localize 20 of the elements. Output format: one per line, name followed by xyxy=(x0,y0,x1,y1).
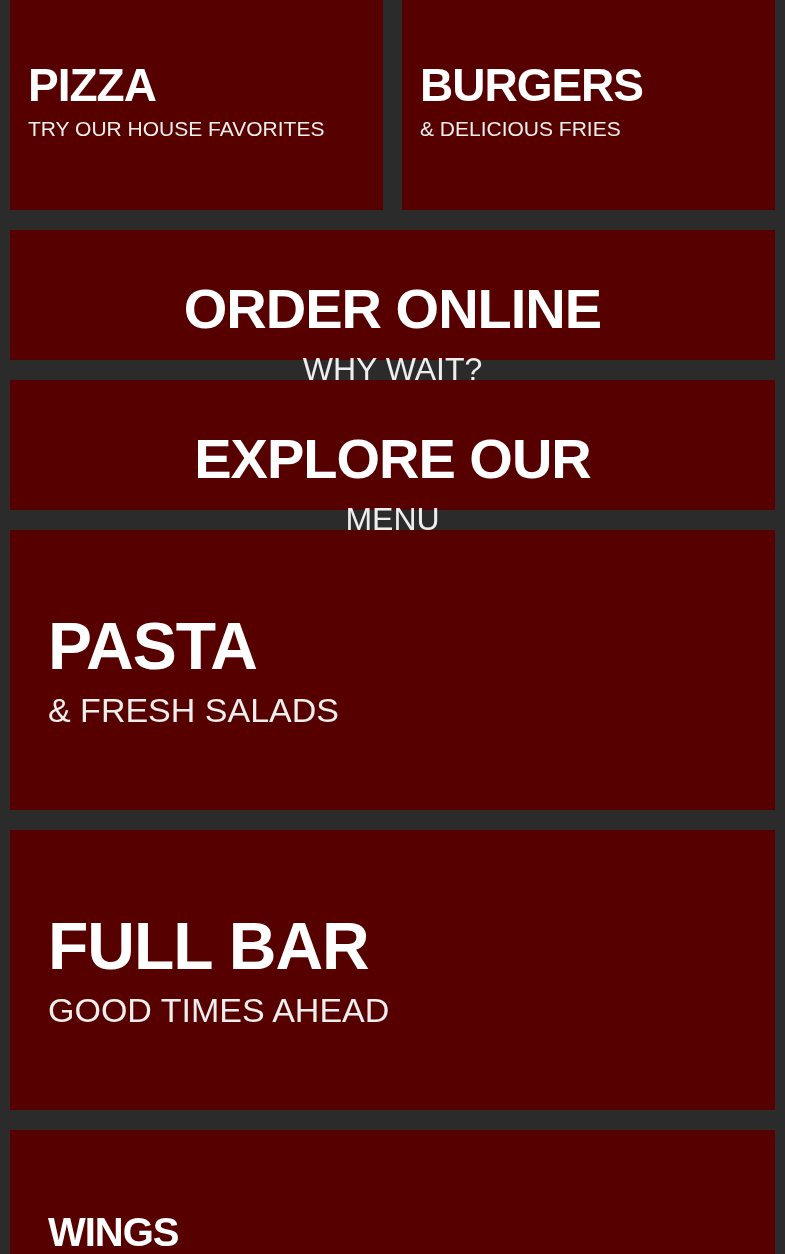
menu-tile[interactable] xyxy=(10,830,775,1110)
tile-title: FULL BAR xyxy=(48,913,370,979)
tile-title: BURGERS xyxy=(420,61,645,108)
tile-subtitle: MENU xyxy=(345,503,440,535)
tile-title: ORDER ONLINE xyxy=(183,281,602,337)
menu-tile[interactable] xyxy=(10,530,775,810)
tile-title: WINGS xyxy=(48,1212,180,1252)
tile-subtitle: GOOD TIMES AHEAD xyxy=(48,993,391,1027)
tile-title: PASTA xyxy=(48,613,258,679)
menu-tile[interactable] xyxy=(10,380,775,510)
tile-subtitle: WHY WAIT? xyxy=(302,353,483,385)
menu-tile[interactable] xyxy=(402,0,775,210)
menu-tile[interactable] xyxy=(10,0,383,210)
tile-subtitle: & FRESH SALADS xyxy=(48,693,340,727)
tile-subtitle: & DELICIOUS FRIES xyxy=(420,117,622,139)
menu-tile[interactable] xyxy=(10,230,775,360)
menu-tile[interactable] xyxy=(10,1130,775,1254)
tile-subtitle: TRY OUR HOUSE FAVORITES xyxy=(28,117,326,139)
tile-title: EXPLORE OUR xyxy=(194,431,591,487)
tile-title: PIZZA xyxy=(28,61,157,108)
